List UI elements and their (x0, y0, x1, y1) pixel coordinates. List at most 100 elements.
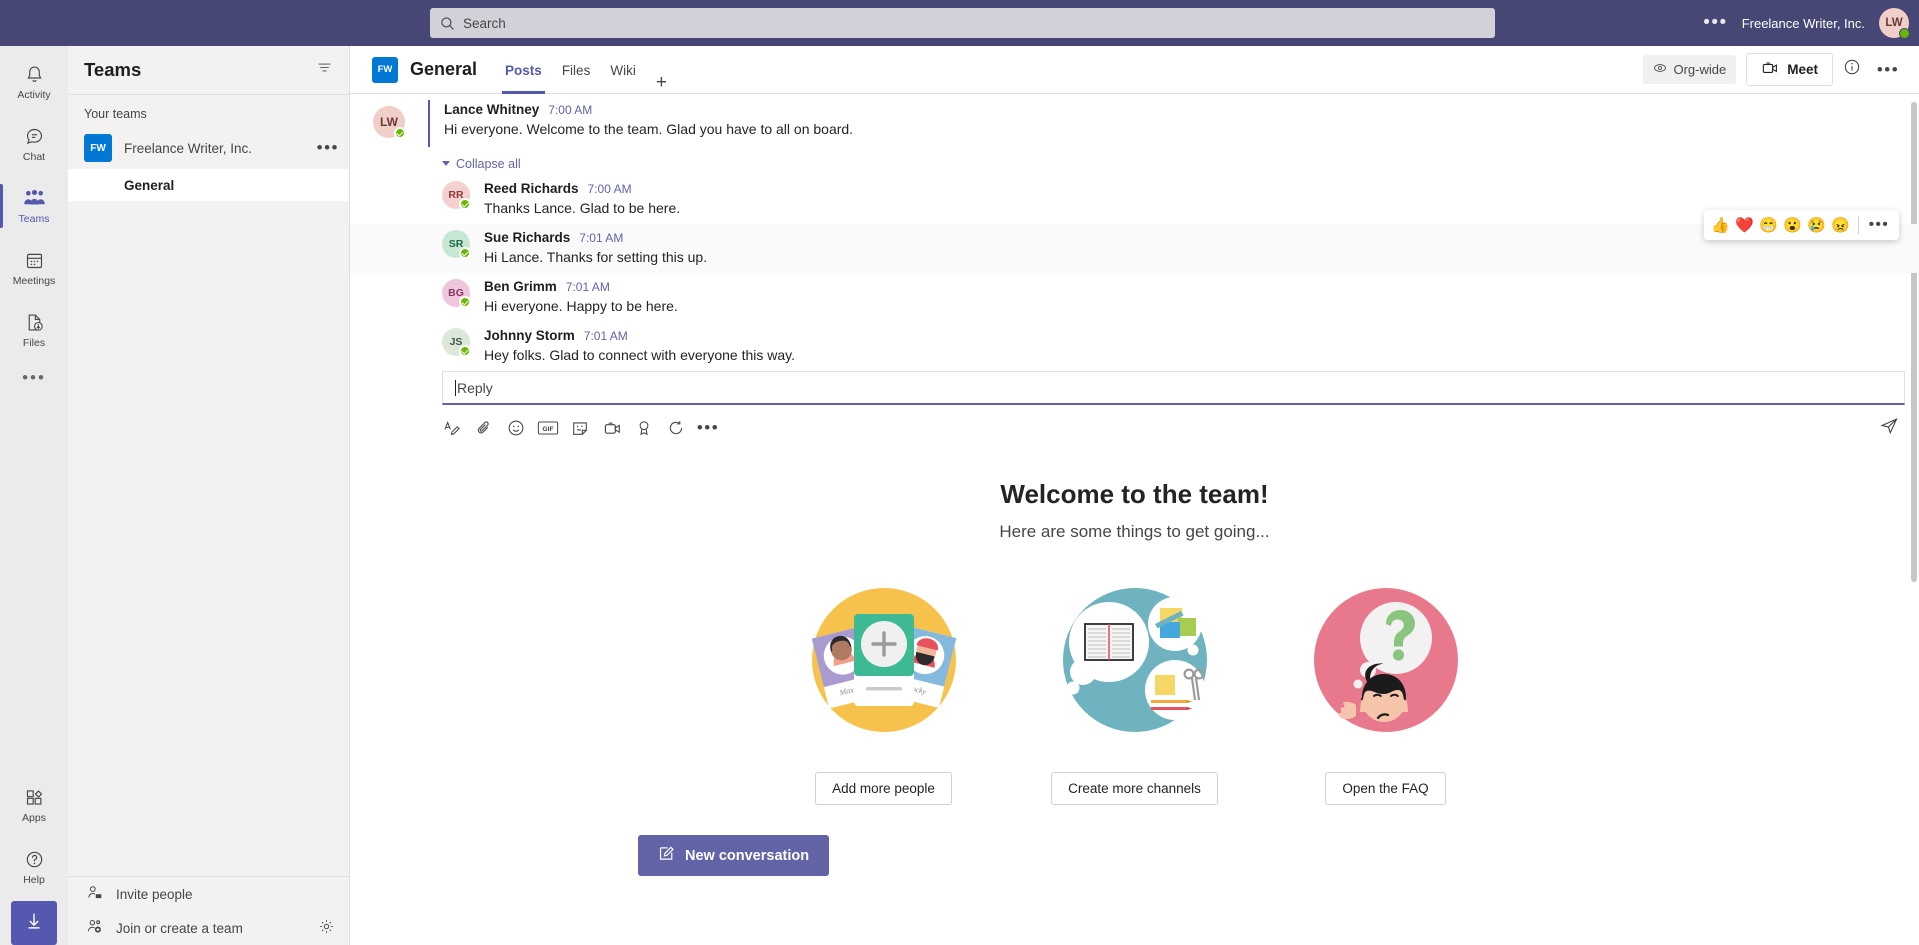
add-tab-button[interactable]: + (646, 72, 677, 94)
thumbs-up-reaction[interactable]: 👍 (1710, 214, 1732, 236)
reply-avatar-column: RR (442, 181, 484, 218)
rail-item-chat[interactable]: Chat (0, 116, 68, 172)
heart-reaction[interactable]: ❤️ (1734, 214, 1756, 236)
tab-posts[interactable]: Posts (495, 47, 552, 94)
collapse-all-label: Collapse all (456, 156, 521, 171)
add-more-people-button[interactable]: Add more people (815, 772, 952, 805)
add-person-icon (86, 918, 103, 938)
reply-message: BG Ben Grimm 7:01 AM Hi everyone. Happy … (350, 273, 1919, 322)
welcome-subtitle: Here are some things to get going... (999, 522, 1270, 541)
invite-people-button[interactable]: Invite people (68, 877, 349, 911)
page-title: Teams (84, 59, 142, 80)
join-or-create-team-button[interactable]: Join or create a team (68, 911, 349, 945)
message-timestamp: 7:00 AM (587, 182, 632, 196)
sticker-icon[interactable] (564, 413, 596, 443)
new-conversation-button[interactable]: New conversation (638, 835, 830, 876)
avatar[interactable]: BG (442, 279, 471, 308)
praise-icon[interactable] (628, 413, 660, 443)
reaction-toolbar: 👍 ❤️ 😁 😮 😢 😠 ••• (1703, 210, 1899, 240)
teams-sidebar: Teams Your teams FW Freelance Writer, In… (68, 46, 350, 945)
video-camera-icon (1761, 60, 1779, 79)
rail-item-label: Help (23, 873, 45, 886)
meet-label: Meet (1787, 62, 1818, 77)
your-teams-label: Your teams (84, 107, 147, 121)
collapse-all-button[interactable]: Collapse all (442, 157, 521, 171)
apps-icon (24, 787, 45, 809)
rail-item-help[interactable]: Help (0, 839, 68, 895)
loop-icon[interactable] (660, 413, 692, 443)
team-more-options-button[interactable]: ••• (317, 139, 339, 156)
message-text: Hi everyone. Happy to be here. (484, 298, 678, 314)
avatar[interactable]: JS (442, 328, 471, 357)
send-icon (1879, 416, 1899, 440)
search-input[interactable]: Search (430, 8, 1495, 38)
avatar[interactable]: SR (442, 230, 471, 259)
avatar[interactable]: RR (442, 181, 471, 210)
rail-item-apps[interactable]: Apps (0, 777, 68, 833)
composer-more-options-button[interactable]: ••• (692, 413, 724, 443)
composer-toolbar: GIF ••• (350, 405, 1919, 443)
attach-icon[interactable] (468, 413, 500, 443)
team-item-freelance-writer[interactable]: FW Freelance Writer, Inc. ••• (68, 127, 349, 169)
org-name-label: Freelance Writer, Inc. (1741, 15, 1865, 31)
sidebar-footer-label: Join or create a team (116, 920, 243, 936)
channel-info-button[interactable] (1835, 53, 1869, 87)
presence-indicator (459, 296, 471, 308)
sad-reaction[interactable]: 😢 (1806, 214, 1828, 236)
reply-input[interactable]: Reply (442, 371, 1905, 405)
rail-item-meetings[interactable]: Meetings (0, 240, 68, 296)
message-text: Thanks Lance. Glad to be here. (484, 200, 681, 216)
reply-message: RR Reed Richards 7:00 AM Thanks Lance. G… (350, 175, 1919, 224)
rail-item-files[interactable]: Files (0, 302, 68, 358)
topbar-right-group: ••• Freelance Writer, Inc. LW (1703, 8, 1910, 39)
message-header: Johnny Storm 7:01 AM (484, 328, 1905, 343)
reply-content: Reed Richards 7:00 AM Thanks Lance. Glad… (484, 181, 1905, 218)
angry-reaction[interactable]: 😠 (1830, 214, 1852, 236)
rail-item-activity[interactable]: Activity (0, 54, 68, 110)
meet-now-icon[interactable] (596, 413, 628, 443)
channel-more-options-button[interactable]: ••• (1871, 53, 1905, 87)
channel-header: FW General Posts Files Wiki + Org-wide M… (350, 46, 1919, 94)
tab-label: Files (561, 62, 591, 78)
message-more-options-button[interactable]: ••• (1865, 217, 1893, 233)
giphy-icon[interactable]: GIF (532, 413, 564, 443)
surprised-reaction[interactable]: 😮 (1782, 214, 1804, 236)
open-faq-button[interactable]: Open the FAQ (1325, 772, 1446, 805)
message-author: Johnny Storm (484, 328, 575, 343)
rail-item-label: Chat (22, 150, 46, 163)
avatar[interactable]: LW (1879, 8, 1910, 39)
search-container: Search (430, 8, 1495, 38)
reply-composer: Reply (350, 371, 1919, 405)
gear-icon[interactable] (318, 918, 335, 938)
emoji-icon[interactable] (500, 413, 532, 443)
sidebar-footer-label: Invite people (116, 886, 193, 902)
rail-more-apps-button[interactable]: ••• (22, 368, 46, 388)
format-icon[interactable] (436, 413, 468, 443)
filter-icon[interactable] (316, 59, 333, 81)
main-content: FW General Posts Files Wiki + Org-wide M… (350, 46, 1919, 945)
team-name-label: Freelance Writer, Inc. (124, 140, 253, 156)
avatar[interactable]: LW (373, 106, 406, 139)
channel-title: General (410, 59, 478, 79)
org-wide-badge[interactable]: Org-wide (1643, 55, 1737, 84)
tab-wiki[interactable]: Wiki (600, 47, 646, 94)
send-button[interactable] (1873, 413, 1905, 443)
eye-icon (1653, 61, 1667, 78)
download-app-button[interactable] (11, 901, 57, 945)
tab-files[interactable]: Files (552, 47, 601, 94)
rail-item-teams[interactable]: Teams (0, 178, 68, 234)
chevron-down-icon (442, 161, 450, 166)
notebook-thought-illustration (1047, 572, 1223, 748)
org-wide-label: Org-wide (1673, 62, 1727, 77)
topbar-more-button[interactable]: ••• (1703, 13, 1727, 32)
top-bar: Search ••• Freelance Writer, Inc. LW (0, 0, 1919, 46)
message-text: Hey folks. Glad to connect with everyone… (484, 347, 795, 363)
laugh-reaction[interactable]: 😁 (1758, 214, 1780, 236)
sidebar-channel-general[interactable]: General (68, 169, 349, 201)
message-author: Ben Grimm (484, 279, 557, 294)
app-rail: Activity Chat Teams Meetings Files ••• A… (0, 46, 68, 945)
message-author: Sue Richards (484, 230, 571, 245)
create-more-channels-button[interactable]: Create more channels (1051, 772, 1218, 805)
meet-button[interactable]: Meet (1746, 53, 1833, 86)
message-author: Lance Whitney (444, 102, 540, 117)
